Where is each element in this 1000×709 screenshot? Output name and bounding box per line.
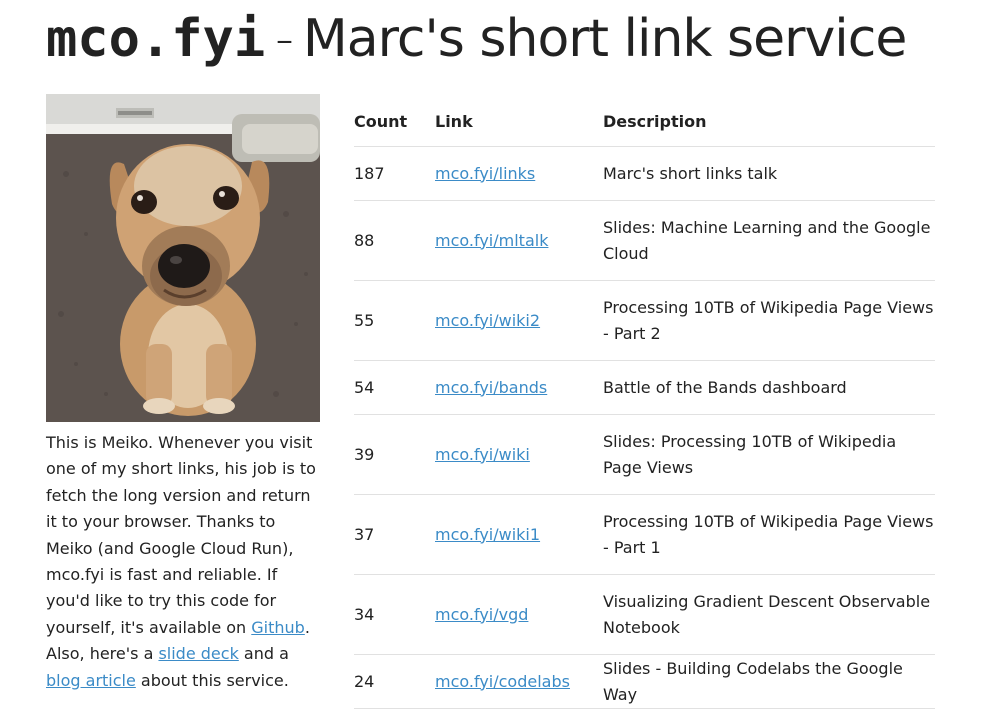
count-header: Count [354,96,435,147]
description-cell: Slides: Machine Learning and the Google … [603,200,935,281]
short-link[interactable]: mco.fyi/wiki2 [435,311,540,330]
short-link[interactable]: mco.fyi/links [435,164,535,183]
bio-text: This is Meiko. Whenever you visit one of… [46,430,320,694]
bio-part-3: and a [238,644,289,664]
count-cell: 88 [354,200,435,281]
page: mco.fyi - Marc's short link service This… [0,0,1000,709]
bio-part-4: about this service. [135,670,289,690]
slide-deck-link[interactable]: slide deck [158,644,238,663]
description-cell: Slides - Building Codelabs the Google Wa… [603,654,935,709]
title-separator: - [275,9,294,69]
title-subtitle: Marc's short link service [302,9,907,69]
table-row: 54 mco.fyi/bands Battle of the Bands das… [354,360,935,415]
short-link[interactable]: mco.fyi/mltalk [435,231,548,250]
description-cell: Slides: Processing 10TB of Wikipedia Pag… [603,414,935,495]
short-link[interactable]: mco.fyi/wiki [435,445,530,464]
table-row: 187 mco.fyi/links Marc's short links tal… [354,146,935,201]
dog-photo [46,94,320,422]
links-table: Count Link Description 187 mco.fyi/links… [354,96,935,709]
description-cell: Visualizing Gradient Descent Observable … [603,574,935,655]
short-link[interactable]: mco.fyi/codelabs [435,672,570,691]
short-link[interactable]: mco.fyi/vgd [435,605,528,624]
table-row: 24 mco.fyi/codelabs Slides - Building Co… [354,654,935,709]
count-cell: 34 [354,574,435,655]
count-cell: 55 [354,280,435,361]
page-title: mco.fyi - Marc's short link service [46,6,907,72]
table-header-row: Count Link Description [354,96,935,147]
link-header: Link [435,96,603,147]
count-cell: 54 [354,360,435,415]
description-cell: Processing 10TB of Wikipedia Page Views … [603,494,935,575]
count-cell: 37 [354,494,435,575]
count-cell: 24 [354,654,435,709]
description-cell: Marc's short links talk [603,146,935,201]
short-link[interactable]: mco.fyi/bands [435,378,547,397]
description-cell: Battle of the Bands dashboard [603,360,935,415]
description-header: Description [603,96,935,147]
short-link[interactable]: mco.fyi/wiki1 [435,525,540,544]
table-row: 55 mco.fyi/wiki2 Processing 10TB of Wiki… [354,280,935,361]
description-cell: Processing 10TB of Wikipedia Page Views … [603,280,935,361]
table-row: 37 mco.fyi/wiki1 Processing 10TB of Wiki… [354,494,935,575]
brand-name: mco.fyi [46,9,266,69]
bio-part-1: This is Meiko. Whenever you visit one of… [46,433,316,637]
github-link[interactable]: Github [251,618,305,637]
count-cell: 187 [354,146,435,201]
blog-article-link[interactable]: blog article [46,671,136,690]
table-row: 34 mco.fyi/vgd Visualizing Gradient Desc… [354,574,935,655]
count-cell: 39 [354,414,435,495]
table-row: 88 mco.fyi/mltalk Slides: Machine Learni… [354,200,935,281]
table-row: 39 mco.fyi/wiki Slides: Processing 10TB … [354,414,935,495]
